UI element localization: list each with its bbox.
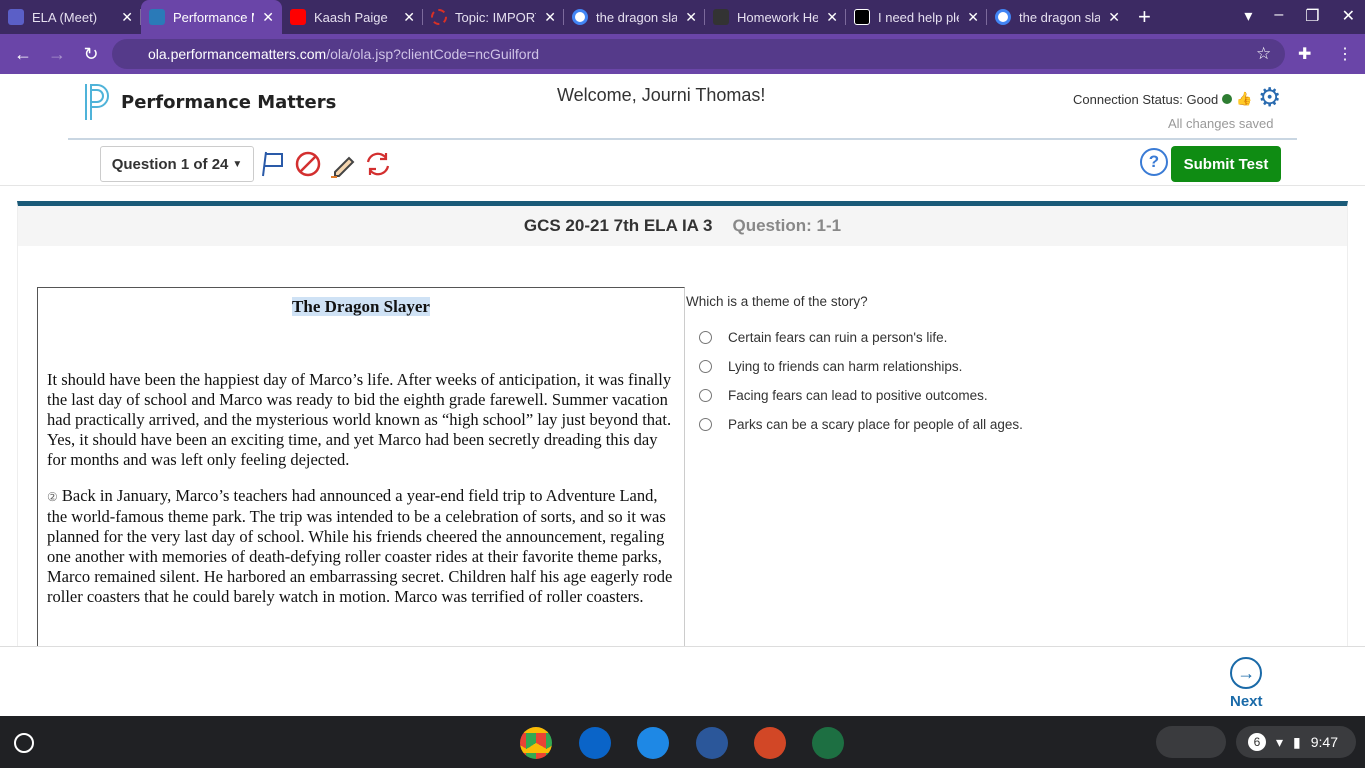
radio-button[interactable]: [699, 418, 712, 431]
powerpoint-icon[interactable]: [754, 727, 786, 759]
launcher-icon[interactable]: [14, 733, 34, 753]
maximize-icon[interactable]: ❐: [1305, 6, 1319, 26]
excel-icon[interactable]: [812, 727, 844, 759]
close-icon[interactable]: ✕: [544, 9, 556, 26]
reset-icon[interactable]: [364, 150, 392, 178]
loading-icon: [431, 9, 447, 25]
pm-logo-icon: [85, 84, 109, 120]
radio-button[interactable]: [699, 331, 712, 344]
browser-tab[interactable]: I need help please✕: [846, 0, 987, 34]
thumbs-up-icon: 👍: [1236, 91, 1253, 106]
close-icon[interactable]: ✕: [685, 9, 697, 26]
highlighter-icon[interactable]: [329, 150, 357, 178]
answer-option[interactable]: Certain fears can ruin a person's life.: [699, 330, 947, 345]
question-prompt: Which is a theme of the story?: [686, 294, 868, 309]
youtube-icon: [290, 9, 306, 25]
close-window-icon[interactable]: ✕: [1342, 6, 1355, 26]
extensions-icon[interactable]: ✚: [1298, 44, 1311, 64]
url-input[interactable]: ola.performancematters.com/ola/ola.jsp?c…: [112, 39, 1285, 69]
close-icon[interactable]: ✕: [403, 9, 415, 26]
status-tray[interactable]: 6 ▾ ▮ 9:47: [1236, 726, 1356, 758]
radio-button[interactable]: [699, 360, 712, 373]
browser-tab[interactable]: Topic: IMPORTANT✕: [423, 0, 564, 34]
answer-option[interactable]: Parks can be a scary place for people of…: [699, 417, 1023, 432]
close-icon[interactable]: ✕: [121, 9, 133, 26]
holding-space[interactable]: [1156, 726, 1226, 758]
forward-icon[interactable]: →: [40, 44, 74, 65]
radio-button[interactable]: [699, 389, 712, 402]
bookmark-star-icon[interactable]: ☆: [1256, 44, 1271, 64]
caret-down-icon: ▼: [232, 158, 243, 170]
onedrive-icon[interactable]: [637, 727, 669, 759]
submit-test-button[interactable]: Submit Test: [1171, 146, 1281, 182]
close-icon[interactable]: ✕: [1108, 9, 1120, 26]
flag-icon[interactable]: [260, 150, 286, 178]
close-icon[interactable]: ✕: [262, 9, 274, 26]
passage-paragraph: It should have been the happiest day of …: [47, 370, 672, 469]
browser-tab[interactable]: the dragon slayer✕: [987, 0, 1128, 34]
paragraph-number-icon: ②: [47, 490, 58, 504]
os-shelf: 6 ▾ ▮ 9:47: [0, 716, 1365, 768]
passage-title: The Dragon Slayer: [292, 297, 430, 316]
wifi-icon: ▾: [1276, 733, 1284, 750]
answer-option[interactable]: Facing fears can lead to positive outcom…: [699, 388, 988, 403]
chrome-icon[interactable]: [520, 727, 552, 759]
passage-panel[interactable]: The Dragon Slayer It should have been th…: [37, 287, 685, 657]
connection-status: Connection Status: Good 👍: [1073, 91, 1253, 107]
tab-strip: ELA (Meet)✕ Performance Matters✕ Kaash P…: [0, 0, 1365, 34]
pm-icon: [149, 9, 165, 25]
status-dot-icon: [1222, 94, 1233, 104]
close-icon[interactable]: ✕: [826, 9, 838, 26]
passage-paragraph: ② Back in January, Marco’s teachers had …: [47, 486, 673, 606]
new-tab-button[interactable]: +: [1138, 4, 1151, 30]
answer-option[interactable]: Lying to friends can harm relationships.: [699, 359, 962, 374]
teams-icon: [8, 9, 24, 25]
brainly-icon: [854, 9, 870, 25]
google-icon: [995, 9, 1011, 25]
next-button[interactable]: → Next: [1230, 657, 1263, 710]
homework-icon: [713, 9, 729, 25]
tab-search-icon[interactable]: ▾: [1244, 6, 1252, 26]
menu-icon[interactable]: ⋮: [1337, 44, 1353, 64]
outlook-icon[interactable]: [579, 727, 611, 759]
address-bar-row: ← → ↻ ola.performancematters.com/ola/ola…: [0, 34, 1365, 74]
minimize-icon[interactable]: ‒: [1274, 6, 1283, 26]
arrow-right-icon: →: [1230, 657, 1263, 689]
divider: [68, 138, 1297, 140]
question-selector[interactable]: Question 1 of 24 ▼: [100, 146, 254, 182]
close-icon[interactable]: ✕: [967, 9, 979, 26]
google-icon: [572, 9, 588, 25]
footer: → Next: [0, 646, 1365, 716]
help-button[interactable]: ?: [1140, 148, 1168, 176]
browser-tab[interactable]: Kaash Paige ✕: [282, 0, 423, 34]
notification-count: 6: [1248, 733, 1266, 751]
battery-icon: ▮: [1293, 733, 1301, 750]
browser-tab[interactable]: ELA (Meet) ✕: [0, 0, 141, 34]
browser-tab[interactable]: the dragon slayer✕: [564, 0, 705, 34]
gear-icon[interactable]: ⚙: [1258, 82, 1281, 113]
word-icon[interactable]: [696, 727, 728, 759]
welcome-text: Welcome, Journi Thomas!: [557, 85, 766, 105]
clock: 9:47: [1310, 734, 1338, 750]
card-header: GCS 20-21 7th ELA IA 3 Question: 1-1: [18, 206, 1347, 246]
save-status: All changes saved: [1168, 116, 1274, 131]
question-card: GCS 20-21 7th ELA IA 3 Question: 1-1 The …: [17, 201, 1348, 657]
browser-tab-active[interactable]: Performance Matters✕: [141, 0, 282, 34]
reload-icon[interactable]: ↻: [74, 44, 108, 65]
back-icon[interactable]: ←: [6, 44, 40, 65]
browser-tab[interactable]: Homework Help✕: [705, 0, 846, 34]
brand-name: Performance Matters: [121, 92, 337, 113]
eliminate-icon[interactable]: [294, 150, 322, 178]
